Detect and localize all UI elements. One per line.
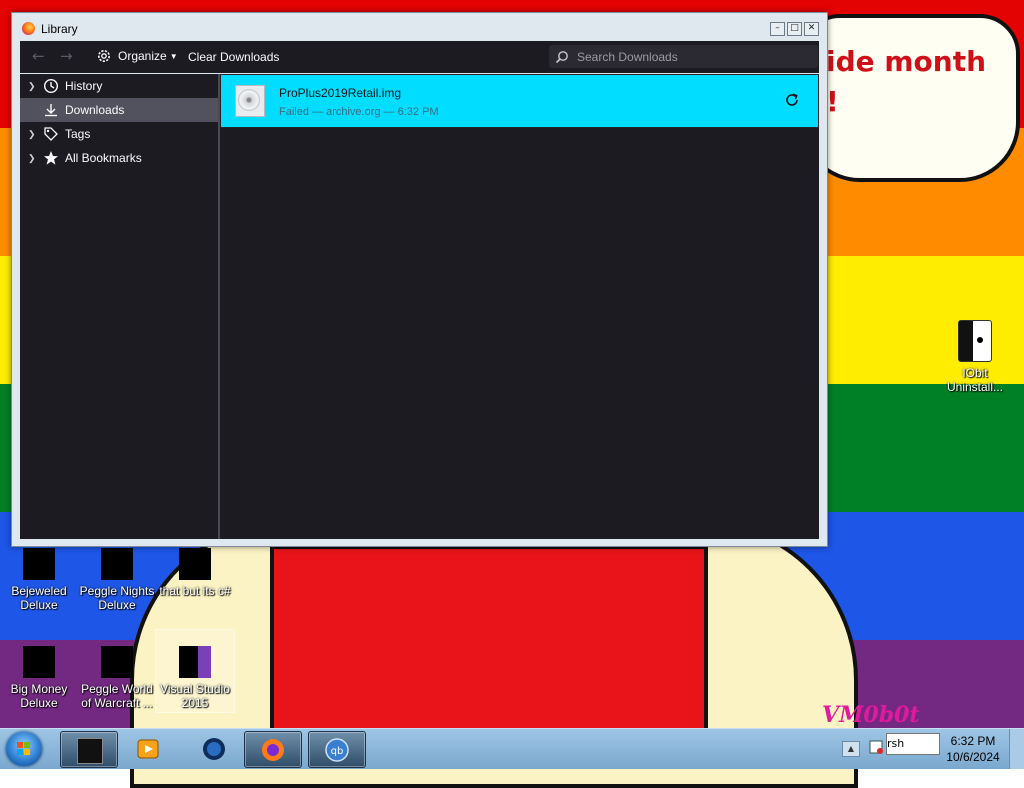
desktop-icon-label: Bejeweled Deluxe: [11, 584, 67, 612]
desktop-icon-peggle-nights[interactable]: Peggle Nights Deluxe: [78, 548, 156, 612]
organize-label: Organize: [118, 49, 167, 63]
maximize-button[interactable]: □: [787, 22, 802, 36]
desktop-icon-that-but-its-csharp[interactable]: that but its c#: [156, 548, 234, 598]
sidebar-item-downloads[interactable]: ❯ Downloads: [20, 98, 218, 122]
sidebar-item-label: History: [65, 79, 103, 93]
sidebar-item-label: Downloads: [65, 103, 125, 117]
desktop-icon-label: IObit Uninstall...: [946, 366, 1004, 394]
download-item[interactable]: ProPlus2019Retail.img Failed — archive.o…: [220, 74, 819, 128]
chevron-down-icon: ▼: [169, 51, 178, 61]
globe-icon: [203, 738, 225, 760]
sidebar-item-label: All Bookmarks: [65, 151, 142, 165]
taskbar-button-terminal[interactable]: [60, 731, 118, 768]
desktop-icon-label: Visual Studio 2015: [160, 682, 230, 710]
big-money-icon: [23, 646, 55, 678]
disc-icon: [238, 89, 260, 111]
search-downloads-input[interactable]: [575, 48, 809, 65]
clock-icon: [43, 78, 59, 94]
taskbar-button-media-player[interactable]: [120, 731, 176, 766]
action-center-icon[interactable]: [868, 739, 884, 755]
iobit-dot: [977, 337, 983, 343]
minimize-button[interactable]: –: [770, 22, 785, 36]
chevron-right-icon[interactable]: ❯: [28, 153, 40, 164]
download-filename: ProPlus2019Retail.img: [279, 86, 402, 100]
chevron-right-icon[interactable]: ❯: [28, 129, 40, 140]
sidebar-item-label: Tags: [65, 127, 91, 141]
speech-bubble-text: ide month !: [826, 42, 986, 122]
csharp-file-icon: [179, 548, 211, 580]
download-icon: [45, 104, 57, 117]
show-hidden-icons-button[interactable]: ▲: [842, 741, 860, 757]
terminal-icon: [77, 738, 103, 764]
back-arrow-icon[interactable]: ←: [32, 49, 45, 64]
clock-date: 10/6/2024: [946, 750, 1000, 764]
desktop-icon-label: Big Money Deluxe: [10, 682, 68, 710]
windows-logo-icon: [17, 742, 30, 755]
clear-downloads-button[interactable]: Clear Downloads: [188, 50, 279, 64]
desktop-icon-big-money[interactable]: Big Money Deluxe: [0, 646, 78, 710]
search-box[interactable]: [549, 45, 818, 68]
bejeweled-icon: [23, 548, 55, 580]
library-window: Library – □ ✕ ← → Organize ▼ Clear Downl…: [11, 12, 828, 547]
desktop-icon-bejeweled[interactable]: Bejeweled Deluxe: [0, 548, 78, 612]
speech-bubble-line-2: !: [826, 85, 839, 118]
desktop-icon-visual-studio[interactable]: Visual Studio 2015: [155, 629, 235, 713]
search-icon: [555, 50, 568, 63]
retry-icon[interactable]: [784, 92, 800, 108]
desktop-icon-iobit-uninstaller[interactable]: IObit Uninstall...: [936, 320, 1014, 394]
tag-icon: [44, 127, 58, 141]
library-toolbar: ← → Organize ▼ Clear Downloads: [20, 41, 819, 73]
cartoon-character-shirt: [270, 545, 708, 749]
desktop-icon-label: Peggle World of Warcraft ...: [81, 682, 153, 710]
library-sidebar: ❯ History ❯ Downloads ❯ Tags ❯: [20, 74, 220, 539]
media-player-icon: [137, 739, 159, 759]
desktop-icon-label: Peggle Nights Deluxe: [79, 584, 155, 612]
taskbar-button-firefox[interactable]: [244, 731, 302, 768]
window-title: Library: [41, 22, 78, 36]
wallpaper-watermark: VM0b0t: [822, 702, 920, 728]
peggle-nights-icon: [101, 548, 133, 580]
sidebar-item-history[interactable]: ❯ History: [20, 74, 218, 98]
svg-text:qb: qb: [331, 746, 344, 757]
organize-button[interactable]: Organize ▼: [96, 48, 178, 64]
gear-icon: [98, 50, 110, 62]
taskbar-clock[interactable]: 6:32 PM 10/6/2024: [940, 733, 1006, 765]
star-icon: [44, 151, 58, 165]
peggle-wow-icon: [101, 646, 133, 678]
speech-bubble-line-1: ide month: [826, 45, 987, 78]
download-status: Failed — archive.org — 6:32 PM: [279, 106, 439, 118]
close-button[interactable]: ✕: [804, 22, 819, 36]
qbittorrent-icon: qb: [325, 738, 349, 762]
window-titlebar[interactable]: Library – □ ✕: [12, 13, 827, 41]
iobit-uninstaller-icon: [958, 320, 992, 362]
show-desktop-button[interactable]: [1009, 729, 1024, 769]
taskbar-button-globe[interactable]: [186, 731, 242, 766]
forward-arrow-icon[interactable]: →: [60, 49, 73, 64]
sidebar-item-all-bookmarks[interactable]: ❯ All Bookmarks: [20, 146, 218, 170]
start-button[interactable]: [6, 732, 42, 766]
chevron-right-icon[interactable]: ❯: [28, 81, 40, 92]
downloads-list: ProPlus2019Retail.img Failed — archive.o…: [220, 74, 819, 539]
sidebar-item-tags[interactable]: ❯ Tags: [20, 122, 218, 146]
visual-studio-icon: [179, 646, 211, 678]
desktop-icon-peggle-world-of-warcraft[interactable]: Peggle World of Warcraft ...: [78, 646, 156, 710]
taskbar: qb ▲ 6:32 PM 10/6/2024: [0, 728, 1024, 769]
taskbar-button-qbittorrent[interactable]: qb: [308, 731, 366, 768]
clock-time: 6:32 PM: [950, 734, 996, 748]
firefox-icon: [22, 22, 35, 35]
desktop-icon-label: that but its c#: [159, 584, 231, 598]
window-controls: – □ ✕: [770, 22, 819, 36]
firefox-icon: [262, 739, 284, 761]
tray-tooltip: rsh Comp: [886, 733, 940, 755]
